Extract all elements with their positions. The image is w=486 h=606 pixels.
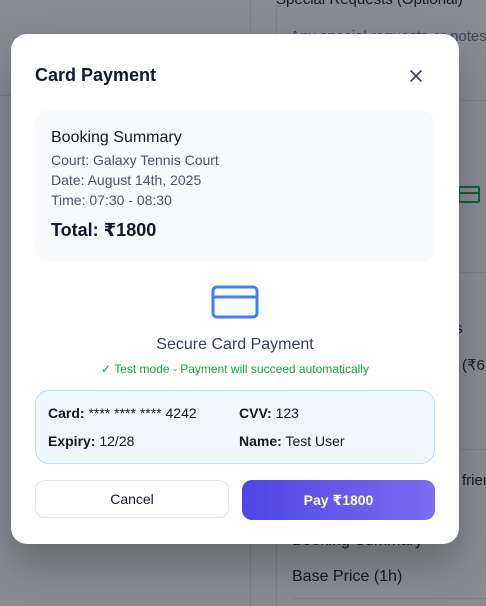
cvv-value: 123 [275, 405, 299, 421]
card-number-label: Card: [48, 405, 85, 421]
modal-title: Card Payment [35, 65, 157, 85]
cvv-label: CVV: [239, 405, 272, 421]
test-card-details: Card: **** **** **** 4242 CVV: 123 Expir… [35, 390, 435, 464]
summary-date: Date: August 14th, 2025 [51, 172, 202, 188]
card-name: Name: Test User [239, 433, 345, 449]
card-expiry: Expiry: 12/28 [48, 433, 134, 449]
name-value: Test User [285, 433, 345, 449]
credit-card-icon [211, 285, 259, 319]
cancel-button[interactable]: Cancel [35, 480, 229, 518]
card-number: Card: **** **** **** 4242 [48, 405, 197, 421]
summary-title: Booking Summary [51, 129, 182, 146]
pay-button[interactable]: Pay ₹1800 [242, 480, 435, 520]
summary-court: Court: Galaxy Tennis Court [51, 152, 219, 168]
booking-summary-card: Booking Summary Court: Galaxy Tennis Cou… [35, 110, 435, 262]
summary-total: Total: ₹1800 [51, 220, 157, 240]
expiry-value: 12/28 [99, 433, 135, 449]
close-button[interactable] [403, 63, 429, 89]
card-number-value: **** **** **** 4242 [88, 405, 197, 421]
expiry-label: Expiry: [48, 433, 96, 449]
card-cvv: CVV: 123 [239, 405, 299, 421]
summary-time: Time: 07:30 - 08:30 [51, 192, 172, 208]
secure-payment-title: Secure Card Payment [156, 336, 314, 353]
name-label: Name: [239, 433, 282, 449]
close-icon [410, 70, 422, 82]
test-mode-note: ✓ Test mode - Payment will succeed autom… [101, 362, 369, 376]
card-payment-modal: Card Payment Booking Summary Court: Gala… [11, 34, 459, 544]
